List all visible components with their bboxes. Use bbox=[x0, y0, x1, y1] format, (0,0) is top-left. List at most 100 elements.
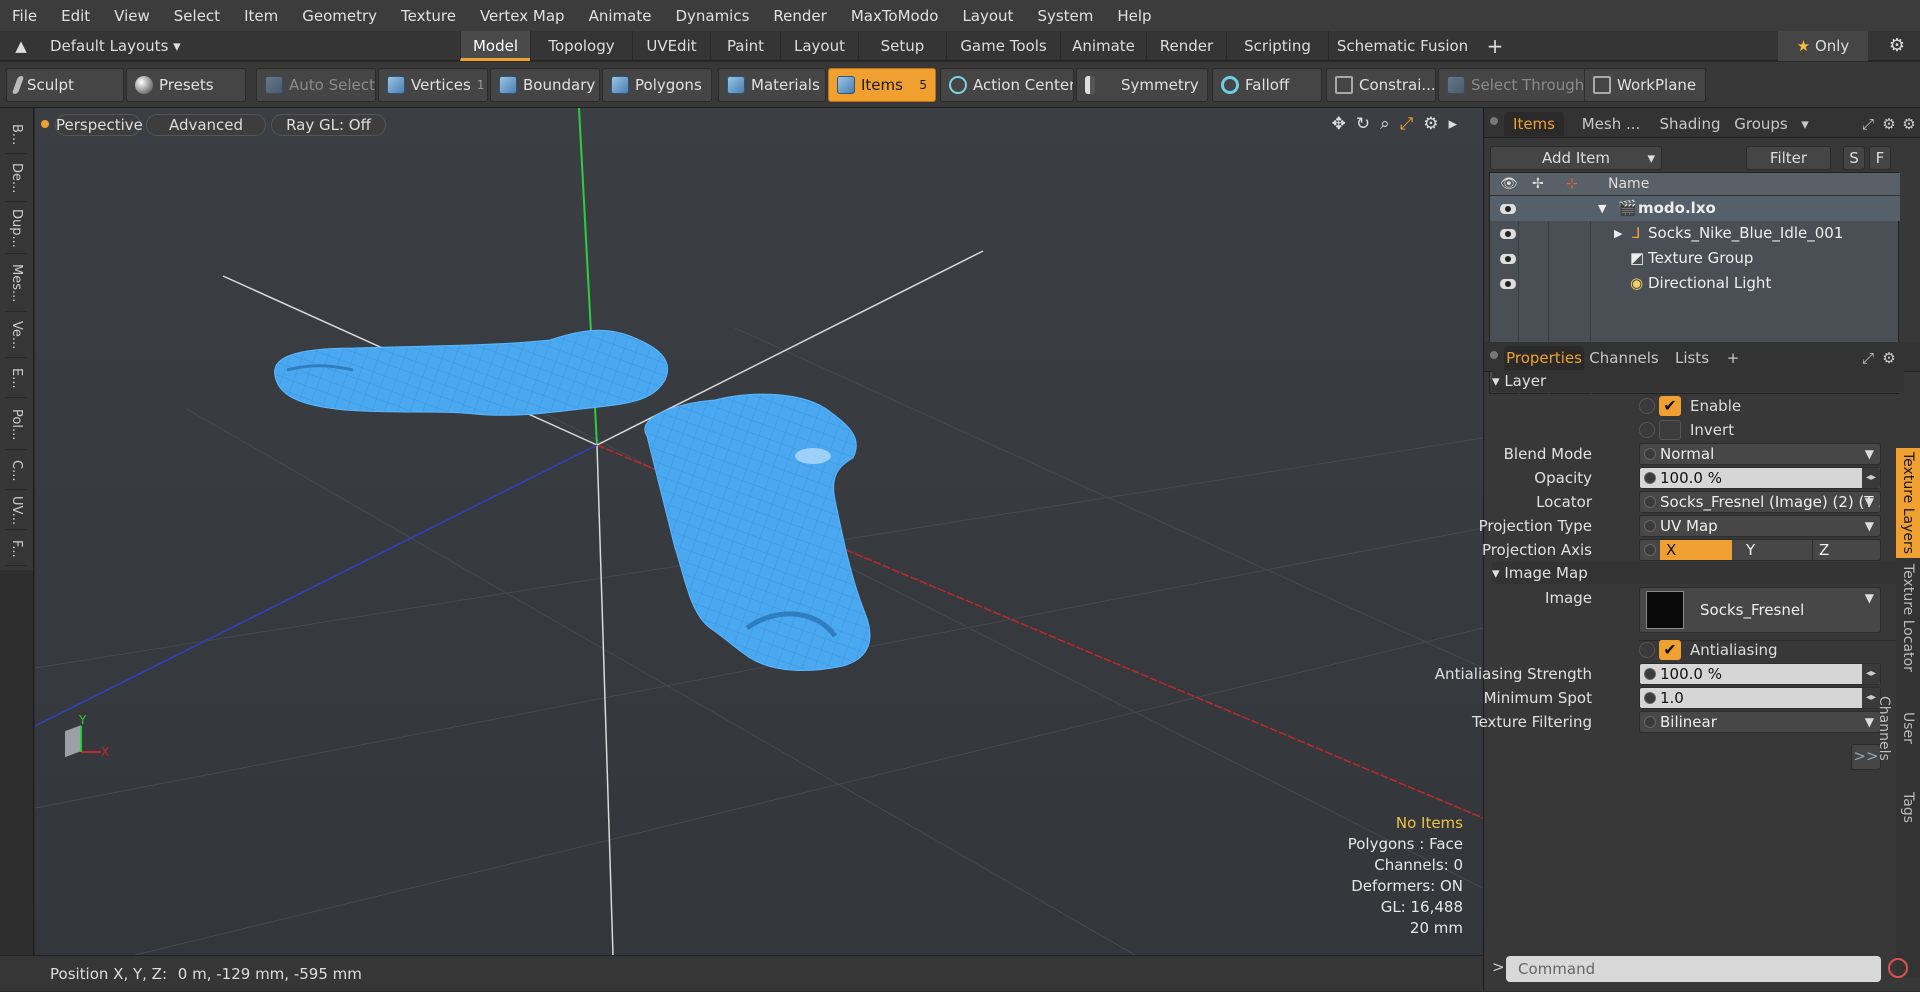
menu-texture[interactable]: Texture bbox=[389, 7, 468, 25]
collapse-up-icon[interactable]: ▲ bbox=[10, 31, 32, 61]
menu-item[interactable]: Item bbox=[232, 7, 290, 25]
falloff-button[interactable]: Falloff bbox=[1212, 68, 1322, 102]
left-tab-fusion[interactable]: F... bbox=[5, 532, 27, 566]
tab-model[interactable]: Model bbox=[460, 31, 530, 61]
menu-file[interactable]: File bbox=[0, 7, 49, 25]
tab-game-tools[interactable]: Game Tools bbox=[946, 31, 1060, 61]
items-button[interactable]: Items 5 bbox=[828, 68, 936, 102]
rotate-view-icon[interactable]: ↻ bbox=[1356, 114, 1370, 134]
tab-setup[interactable]: Setup bbox=[858, 31, 946, 61]
left-tab-deform[interactable]: De... bbox=[5, 156, 27, 202]
left-tab-curve[interactable]: C... bbox=[5, 452, 27, 490]
side-tab-texture-layers[interactable]: Texture Layers bbox=[1896, 448, 1920, 558]
action-center-button[interactable]: Action Center bbox=[940, 68, 1074, 102]
tab-items[interactable]: Items bbox=[1504, 112, 1564, 136]
add-properties-tab-button[interactable]: + bbox=[1724, 346, 1742, 370]
tab-mesh[interactable]: Mesh ... bbox=[1568, 112, 1654, 136]
symmetry-button[interactable]: Symmetry bbox=[1076, 68, 1208, 102]
menu-help[interactable]: Help bbox=[1105, 7, 1163, 25]
play-icon[interactable]: ▸ bbox=[1448, 114, 1457, 134]
viewport-gear-icon[interactable]: ⚙ bbox=[1423, 114, 1438, 134]
item-row-texture-group[interactable]: ◩ Texture Group bbox=[1490, 246, 1900, 271]
layout-dropdown[interactable]: Default Layouts ▾ bbox=[50, 31, 185, 61]
add-item-button[interactable]: Add Item ▾ bbox=[1490, 146, 1662, 170]
menu-maxtomodo[interactable]: MaxToModo bbox=[839, 7, 951, 25]
left-tab-vertex[interactable]: Ve... bbox=[5, 314, 27, 358]
properties-menu-dot[interactable] bbox=[1490, 351, 1498, 359]
vertices-button[interactable]: Vertices 1 bbox=[378, 68, 488, 102]
left-tab-polygon[interactable]: Pol... bbox=[5, 400, 27, 450]
left-tab-edge[interactable]: E... bbox=[5, 360, 27, 398]
boundary-button[interactable]: Boundary bbox=[490, 68, 600, 102]
maximize-icon[interactable]: ⤢ bbox=[1400, 114, 1414, 134]
3d-viewport[interactable]: Y X Perspective Advanced Ray GL: Off ✥ ↻… bbox=[35, 108, 1483, 955]
polygons-button[interactable]: Polygons bbox=[602, 68, 712, 102]
menu-geometry[interactable]: Geometry bbox=[290, 7, 389, 25]
axis-z-option[interactable]: Z bbox=[1812, 540, 1880, 560]
filter-s-button[interactable]: S bbox=[1843, 146, 1865, 170]
eye-icon[interactable] bbox=[1500, 279, 1516, 289]
left-tab-duplicate[interactable]: Dup... bbox=[5, 204, 27, 254]
axis-y-option[interactable]: Y bbox=[1740, 540, 1810, 560]
enable-checkbox[interactable]: ✔ bbox=[1659, 396, 1681, 416]
constraints-button[interactable]: Constrai... bbox=[1326, 68, 1436, 102]
tab-groups[interactable]: Groups bbox=[1728, 112, 1794, 136]
menu-render[interactable]: Render bbox=[761, 7, 838, 25]
eye-icon[interactable] bbox=[1500, 204, 1516, 214]
tab-topology[interactable]: Topology bbox=[530, 31, 632, 61]
side-tab-texture-locator[interactable]: Texture Locator bbox=[1896, 562, 1920, 674]
items-options-icon[interactable]: ⚙ bbox=[1900, 112, 1918, 136]
viewport-menu-dot[interactable] bbox=[41, 120, 49, 128]
tab-uvedit[interactable]: UVEdit bbox=[632, 31, 710, 61]
eye-icon[interactable] bbox=[1500, 254, 1516, 264]
tab-scripting[interactable]: Scripting bbox=[1226, 31, 1328, 61]
menu-layout[interactable]: Layout bbox=[950, 7, 1025, 25]
projection-type-dropdown[interactable]: UV Map ▼ bbox=[1639, 515, 1881, 537]
select-through-button[interactable]: Select Through bbox=[1438, 68, 1588, 102]
menu-vertex-map[interactable]: Vertex Map bbox=[468, 7, 577, 25]
workplane-button[interactable]: WorkPlane bbox=[1584, 68, 1706, 102]
advanced-dropdown[interactable]: Advanced bbox=[146, 114, 266, 136]
item-row-light[interactable]: ◉ Directional Light bbox=[1490, 271, 1900, 296]
presets-button[interactable]: Presets bbox=[126, 68, 246, 102]
name-column-header[interactable]: Name bbox=[1608, 173, 1649, 196]
tab-schematic-fusion[interactable]: Schematic Fusion bbox=[1328, 31, 1476, 61]
tabs-more-icon[interactable]: ▾ bbox=[1796, 112, 1814, 136]
eye-icon[interactable] bbox=[1500, 229, 1516, 239]
left-tab-uv[interactable]: UV... bbox=[5, 492, 27, 530]
sculpt-button[interactable]: Sculpt bbox=[6, 68, 124, 102]
opacity-spinner-icon[interactable]: ◂▸ bbox=[1862, 468, 1880, 488]
tab-lists[interactable]: Lists bbox=[1664, 346, 1720, 370]
raygl-toggle[interactable]: Ray GL: Off bbox=[271, 114, 386, 136]
side-tab-tags[interactable]: Tags bbox=[1896, 782, 1920, 832]
tab-properties[interactable]: Properties bbox=[1504, 346, 1584, 370]
materials-button[interactable]: Materials bbox=[718, 68, 826, 102]
menu-system[interactable]: System bbox=[1025, 7, 1105, 25]
section-image-map[interactable]: ▾ Image Map bbox=[1492, 562, 1904, 584]
aa-strength-input[interactable]: 100.0 % ◂▸ bbox=[1639, 663, 1881, 685]
menu-animate[interactable]: Animate bbox=[577, 7, 664, 25]
maximize-properties-icon[interactable]: ⤢ bbox=[1859, 346, 1877, 370]
section-layer[interactable]: ▾ Layer bbox=[1492, 370, 1904, 392]
locator-dropdown[interactable]: Socks_Fresnel (Image) (2) (T ... ▼ bbox=[1639, 491, 1881, 513]
filter-f-button[interactable]: F bbox=[1869, 146, 1891, 170]
aa-strength-spinner-icon[interactable]: ◂▸ bbox=[1862, 664, 1880, 684]
opacity-input[interactable]: 100.0 % ◂▸ bbox=[1639, 467, 1881, 489]
move-view-icon[interactable]: ✥ bbox=[1332, 114, 1346, 134]
filter-items-button[interactable]: Filter Items bbox=[1746, 146, 1831, 189]
side-tab-user-channels[interactable]: User Channels bbox=[1876, 678, 1920, 778]
axis-x-option[interactable]: X bbox=[1660, 540, 1732, 560]
tab-render[interactable]: Render bbox=[1146, 31, 1226, 61]
perspective-dropdown[interactable]: Perspective bbox=[55, 114, 143, 136]
record-icon[interactable] bbox=[1888, 958, 1908, 978]
menu-view[interactable]: View bbox=[102, 7, 162, 25]
tab-channels[interactable]: Channels bbox=[1588, 346, 1660, 370]
command-input[interactable]: Command bbox=[1506, 956, 1881, 982]
expand-icon[interactable]: ▼ bbox=[1598, 196, 1606, 221]
zoom-icon[interactable]: ⌕ bbox=[1380, 114, 1390, 134]
items-gear-icon[interactable]: ⚙ bbox=[1880, 112, 1898, 136]
image-selector[interactable]: Socks_Fresnel ▼ bbox=[1639, 587, 1881, 633]
menu-edit[interactable]: Edit bbox=[49, 7, 102, 25]
min-spot-input[interactable]: 1.0 ◂▸ bbox=[1639, 687, 1881, 709]
expand-icon[interactable]: ▶ bbox=[1614, 221, 1622, 246]
